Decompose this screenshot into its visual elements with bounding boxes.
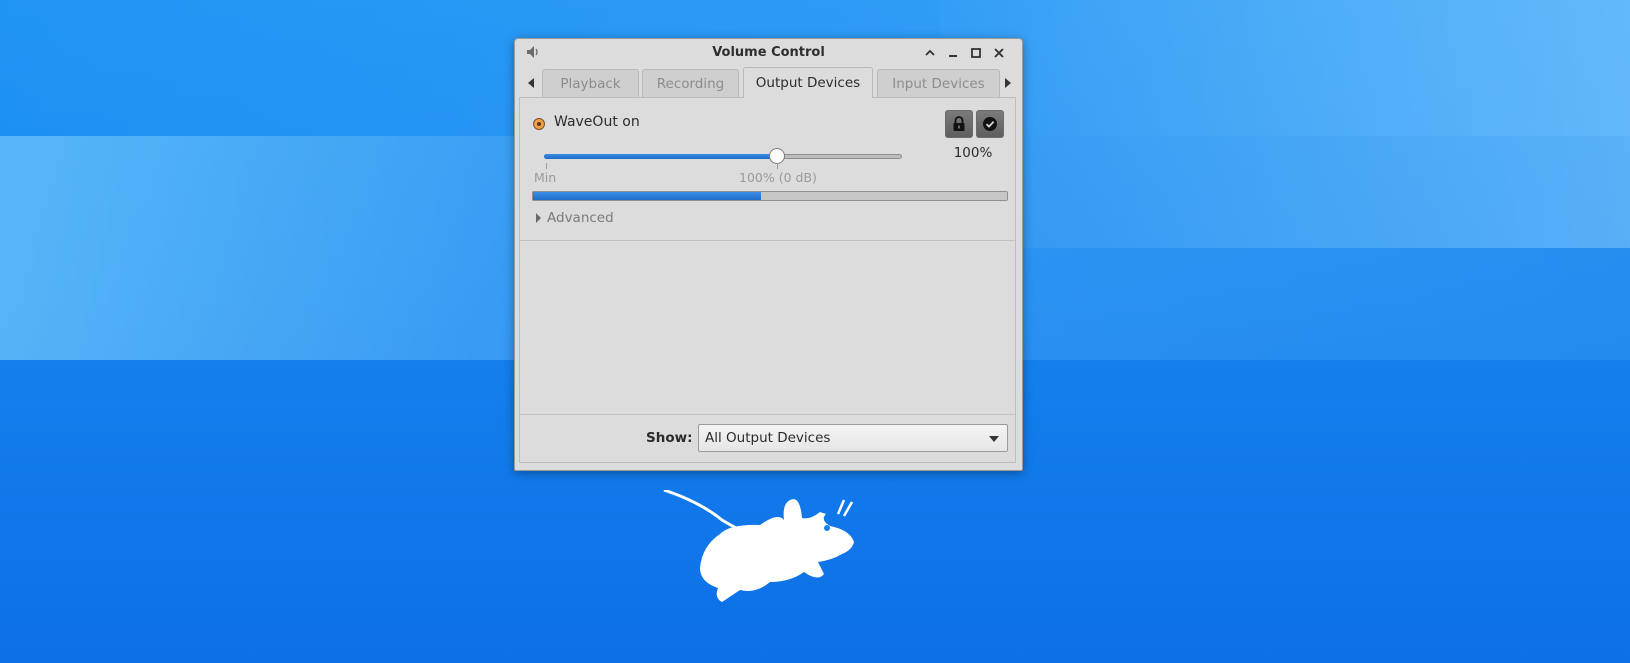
lock-icon (953, 116, 965, 131)
expander-arrow-icon (536, 213, 541, 223)
close-icon[interactable] (990, 44, 1008, 62)
tab-input-devices[interactable]: Input Devices (877, 69, 1000, 97)
lock-channels-button[interactable] (945, 110, 973, 138)
desktop-band (940, 0, 1630, 248)
volume-control-window: Volume Control Playback Recording Output… (514, 38, 1023, 471)
minimize-icon[interactable] (944, 44, 962, 62)
tab-playback[interactable]: Playback (542, 69, 639, 97)
volume-percent: 100% (953, 145, 993, 161)
chevron-down-icon (989, 436, 999, 442)
advanced-label: Advanced (547, 210, 614, 226)
slider-mark-min: Min (534, 170, 557, 185)
set-default-button[interactable] (976, 110, 1004, 138)
show-dropdown[interactable]: All Output Devices (698, 424, 1008, 452)
peak-meter-fill (533, 192, 761, 200)
default-device-radio[interactable] (533, 118, 545, 130)
volume-slider-handle[interactable] (769, 148, 785, 164)
maximize-icon[interactable] (967, 44, 985, 62)
device-name: WaveOut on (554, 114, 640, 130)
show-dropdown-value: All Output Devices (705, 430, 831, 446)
volume-slider-fill (544, 154, 777, 159)
output-devices-panel: WaveOut on 100% Min 100% (0 dB) Advanced… (519, 97, 1016, 463)
slider-tick-normal (777, 163, 778, 169)
advanced-expander[interactable]: Advanced (536, 209, 614, 227)
separator (520, 240, 1015, 241)
separator (520, 414, 1015, 415)
xfce-mouse-logo (663, 490, 854, 602)
slider-mark-normal: 100% (0 dB) (739, 170, 817, 185)
chevron-up-icon[interactable] (921, 44, 939, 62)
show-label: Show: (646, 430, 693, 446)
tab-output-devices[interactable]: Output Devices (743, 67, 873, 98)
slider-tick-min (546, 163, 547, 169)
check-icon (983, 117, 997, 131)
tab-recording[interactable]: Recording (642, 69, 739, 97)
tab-scroll-right-icon[interactable] (1001, 71, 1015, 95)
peak-meter (532, 191, 1008, 201)
tab-scroll-left-icon[interactable] (524, 71, 538, 95)
titlebar[interactable]: Volume Control (515, 39, 1022, 67)
tab-bar: Playback Recording Output Devices Input … (521, 67, 1016, 98)
